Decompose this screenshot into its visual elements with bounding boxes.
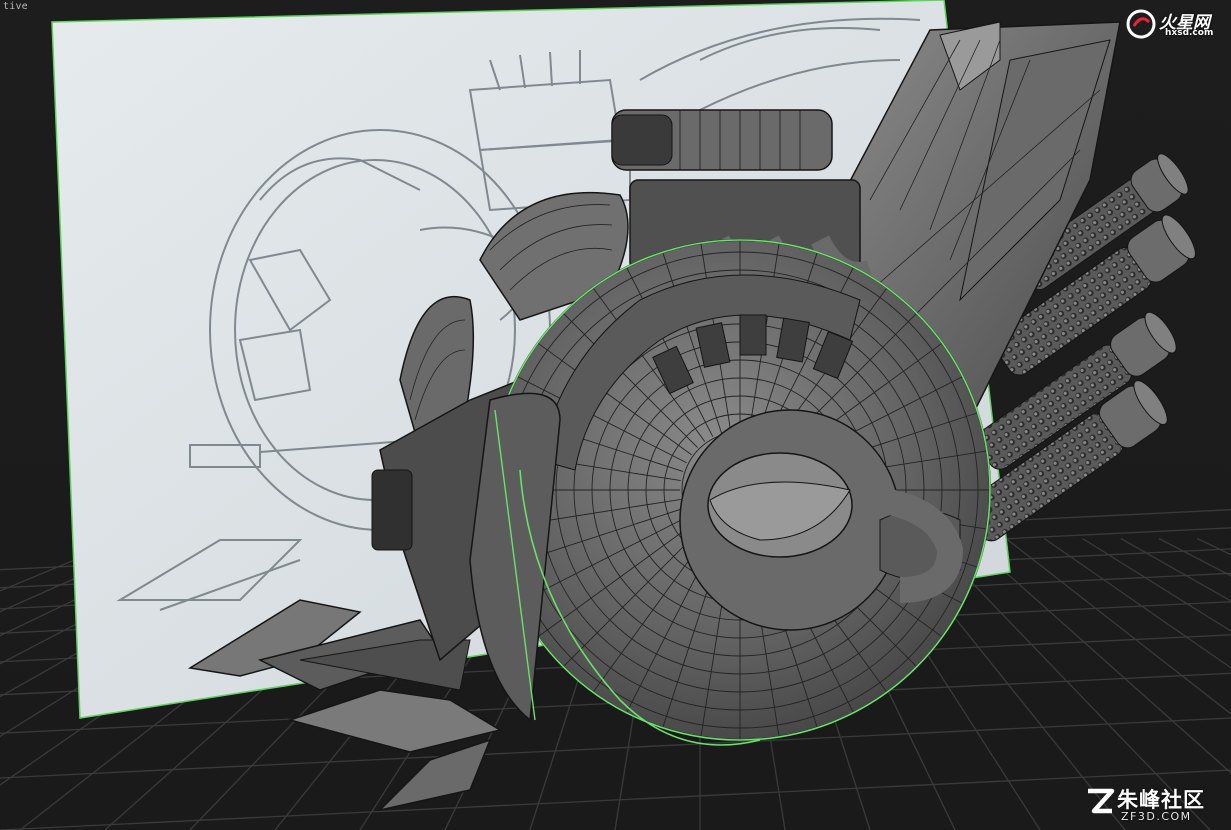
viewport-scene[interactable]	[0, 0, 1231, 830]
zf3d-domain: ZF3D.COM	[1121, 810, 1192, 823]
viewport-label[interactable]: tive	[3, 1, 28, 12]
hxsd-domain: hxsd.com	[1165, 28, 1214, 38]
watermark-zf3d: 朱峰社区 ZF3D.COM	[1085, 782, 1221, 826]
hxsd-logo-icon	[1126, 9, 1156, 39]
zf3d-logo-icon	[1088, 788, 1115, 814]
watermark-hxsd: 火星网 hxsd.com	[1125, 6, 1221, 42]
3d-viewport[interactable]: tive 火星网 hxsd.com 朱峰社区 ZF3D.COM	[0, 0, 1231, 830]
